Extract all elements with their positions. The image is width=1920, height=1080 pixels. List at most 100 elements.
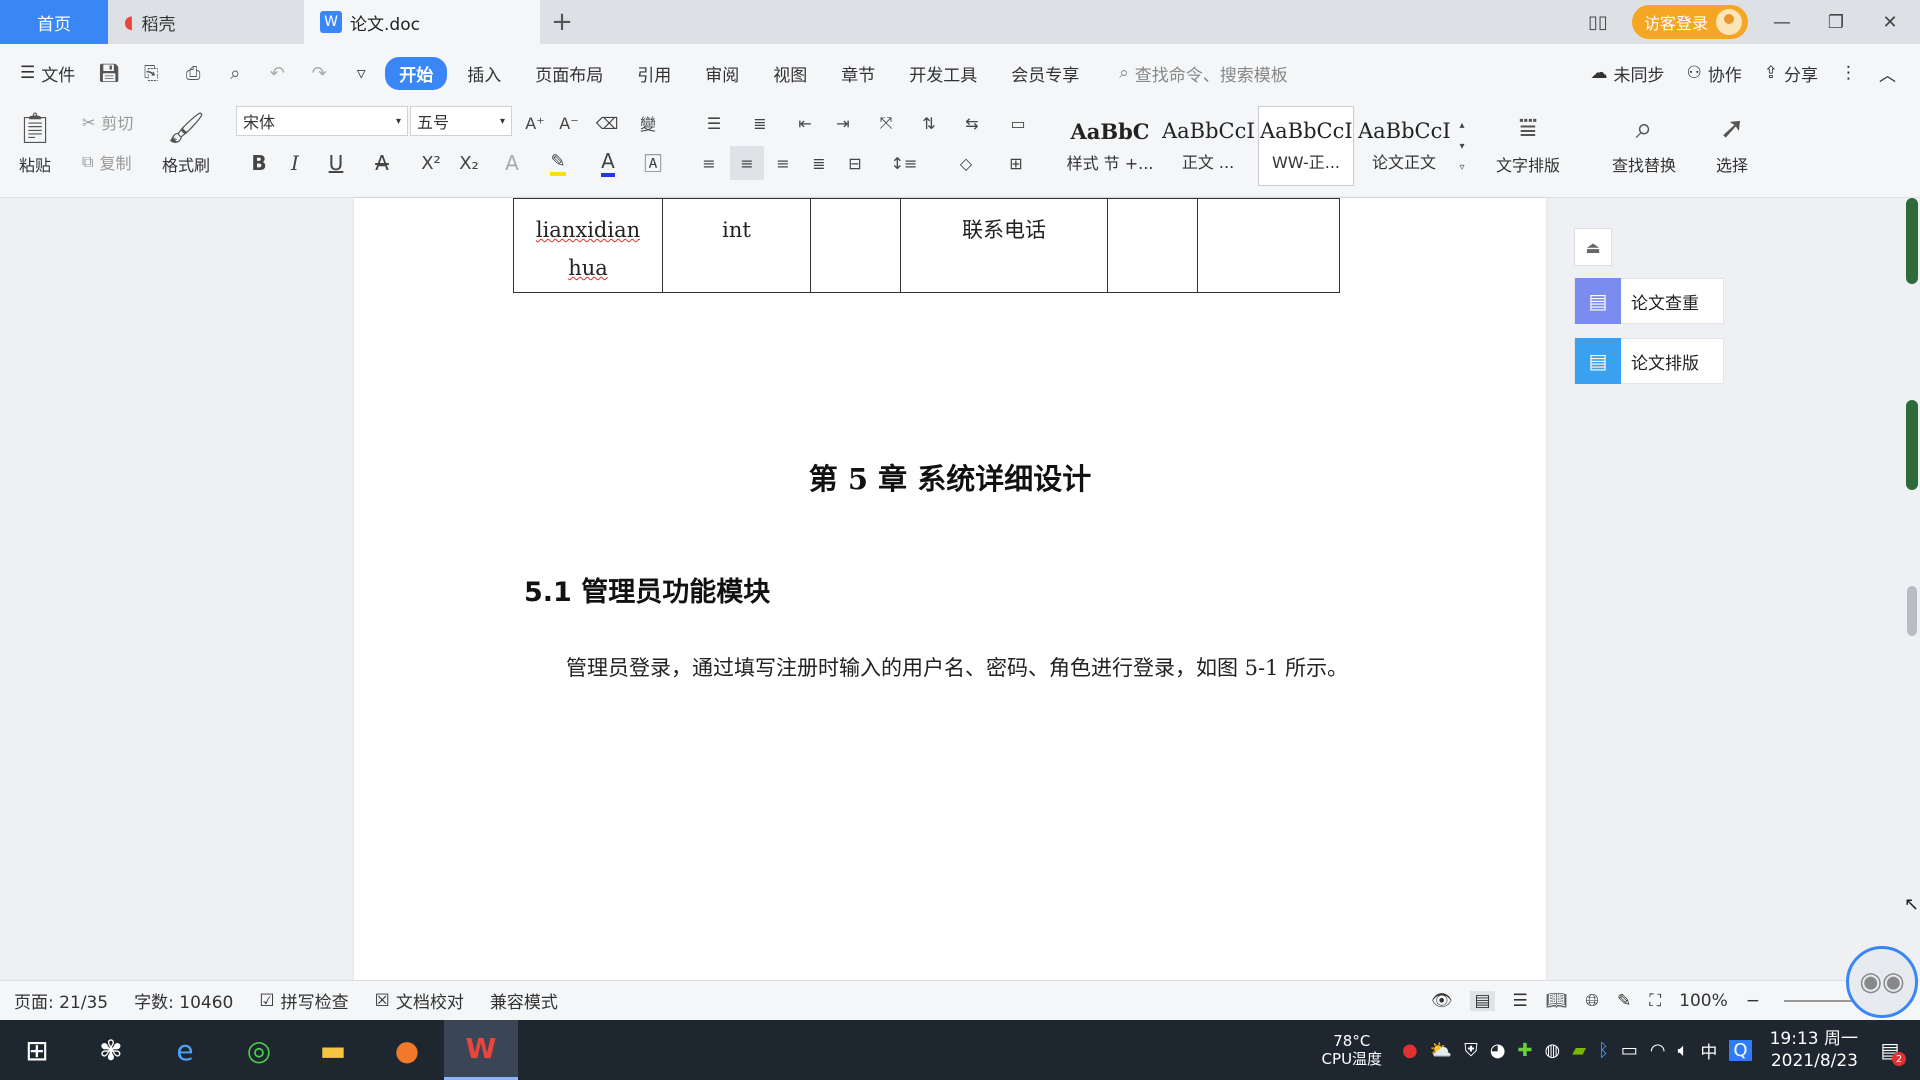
notification-icon[interactable]: ▤ 2 <box>1870 1030 1910 1070</box>
scroll-thumb[interactable] <box>1907 586 1917 636</box>
undo-icon[interactable]: ↶ <box>259 55 295 91</box>
style-item[interactable]: AaBbCcDd 正文 ... <box>1160 106 1256 186</box>
line-spacing-icon[interactable]: ↕≡ <box>884 146 924 180</box>
file-explorer-icon[interactable]: ▬ <box>296 1020 370 1080</box>
nvidia-icon[interactable]: ▰ <box>1572 1040 1586 1061</box>
thesis-check-button[interactable]: ▤ 论文查重 <box>1574 278 1724 324</box>
page-indicator[interactable]: 页面: 21/35 <box>14 988 108 1013</box>
font-size-select[interactable]: 五号 ▾ <box>410 106 512 136</box>
format-painter-button[interactable]: 🖌︎ 格式刷 <box>162 108 210 176</box>
bluetooth-icon[interactable]: ᛒ <box>1598 1040 1609 1061</box>
table-cell[interactable] <box>1197 198 1340 293</box>
assistant-robot-icon[interactable]: ◉◉ <box>1846 946 1918 1018</box>
tray-qq-icon[interactable]: ◕ <box>1490 1040 1506 1061</box>
volume-icon[interactable]: 🔈︎ <box>1678 1040 1689 1061</box>
print-preview-icon[interactable]: ⌕ <box>217 55 253 91</box>
zoom-level[interactable]: 100% <box>1679 991 1728 1011</box>
borders-icon[interactable]: ⊞ <box>996 146 1036 180</box>
ruler-icon[interactable]: ▭ <box>1000 108 1036 138</box>
redo-icon[interactable]: ↷ <box>301 55 337 91</box>
cut-button[interactable]: ✂ 剪切 <box>82 110 133 134</box>
reading-mode-icon[interactable]: ▯▯ <box>1578 0 1618 44</box>
phonetic-guide-icon[interactable]: 變 <box>628 108 668 138</box>
shading-icon[interactable]: ◇ <box>946 146 986 180</box>
font-name-select[interactable]: 宋体 ▾ <box>236 106 408 136</box>
sort-icon[interactable]: ⇅ <box>914 108 944 138</box>
italic-icon[interactable]: I <box>280 146 310 180</box>
find-replace-button[interactable]: ⌕ 查找替换 <box>1612 108 1676 176</box>
justify-icon[interactable]: ≣ <box>804 146 834 180</box>
thesis-layout-button[interactable]: ▤ 论文排版 <box>1574 338 1724 384</box>
tab-view[interactable]: 视图 <box>759 57 821 90</box>
tray-browser-icon[interactable]: ◍ <box>1545 1040 1561 1061</box>
chapter-heading[interactable]: 第 5 章 系统详细设计 <box>354 456 1546 498</box>
style-item-selected[interactable]: AaBbCcI WW-正... <box>1258 106 1354 186</box>
superscript-icon[interactable]: X² <box>414 146 448 180</box>
sync-button[interactable]: ☁ 未同步 <box>1591 61 1665 86</box>
underline-icon[interactable]: U <box>316 146 356 180</box>
page-view-icon[interactable]: ▤ <box>1470 990 1495 1011</box>
style-item[interactable]: AaBbCcI 论文正文 <box>1356 106 1452 186</box>
tab-home[interactable]: 首页 <box>0 0 108 44</box>
paste-button[interactable]: 📋︎ 粘贴 <box>16 108 54 176</box>
highlight-icon[interactable]: ✎ <box>538 146 578 180</box>
web-view-icon[interactable]: 🌐︎ <box>1585 991 1599 1011</box>
document-page[interactable]: lianxidian hua int 联系电话 第 5 章 系统详细设计 5.1… <box>354 198 1546 980</box>
file-menu[interactable]: ☰ 文件 <box>20 61 75 86</box>
reading-view-icon[interactable]: 📖︎ <box>1546 991 1568 1011</box>
style-item[interactable]: AaBbC 样式 节 +... <box>1062 106 1158 186</box>
clock[interactable]: 19:13 周一 2021/8/23 <box>1770 1028 1858 1072</box>
tab-chapter[interactable]: 章节 <box>827 57 889 90</box>
tray-q-icon[interactable]: Q <box>1729 1039 1752 1061</box>
ime-indicator[interactable]: 中 <box>1700 1038 1717 1063</box>
vertical-scrollbar[interactable] <box>1904 198 1920 980</box>
copy-button[interactable]: ⧉ 复制 <box>82 150 131 174</box>
minimize-icon[interactable]: — <box>1762 0 1802 44</box>
tab-page-layout[interactable]: 页面布局 <box>521 57 617 90</box>
tab-review[interactable]: 审阅 <box>691 57 753 90</box>
table-cell[interactable] <box>810 198 901 293</box>
write-view-icon[interactable]: ✎ <box>1617 991 1631 1011</box>
text-effect-icon[interactable]: A <box>492 146 532 180</box>
tray-plus-icon[interactable]: ✚ <box>1517 1040 1532 1061</box>
cpu-temp[interactable]: 78°C CPU温度 <box>1322 1032 1383 1068</box>
outline-view-icon[interactable]: ☰ <box>1513 991 1528 1011</box>
word-count[interactable]: 字数: 10460 <box>134 988 233 1013</box>
select-button[interactable]: ➚ 选择 <box>1716 108 1748 176</box>
wifi-icon[interactable]: ◠ <box>1650 1040 1666 1061</box>
table-cell[interactable] <box>1107 198 1198 293</box>
align-left-icon[interactable]: ≡ <box>694 146 724 180</box>
battery-icon[interactable]: ▭ <box>1621 1040 1638 1061</box>
close-icon[interactable]: ✕ <box>1870 0 1910 44</box>
pinwheel-app-icon[interactable]: ✾ <box>74 1020 148 1080</box>
section-heading[interactable]: 5.1 管理员功能模块 <box>524 570 770 609</box>
clear-format-icon[interactable]: ⌫ <box>592 108 622 138</box>
ie-browser-icon[interactable]: e <box>148 1020 222 1080</box>
table-cell[interactable]: int <box>662 198 811 293</box>
style-scroll-icon[interactable]: ▴ ▾ ▿ <box>1454 108 1470 184</box>
bullets-icon[interactable]: ☰ <box>694 108 734 138</box>
restore-icon[interactable]: ❐ <box>1816 0 1856 44</box>
table-cell[interactable]: lianxidian hua <box>513 198 663 293</box>
proofread-button[interactable]: ☒ 文档校对 <box>375 988 464 1014</box>
print-icon[interactable]: ⎙ <box>175 55 211 91</box>
share-button[interactable]: ⇪ 分享 <box>1764 61 1818 86</box>
tab-references[interactable]: 引用 <box>623 57 685 90</box>
body-paragraph[interactable]: 管理员登录，通过填写注册时输入的用户名、密码、角色进行登录，如图 5-1 所示。 <box>524 648 1374 688</box>
new-tab-button[interactable]: + <box>540 0 584 44</box>
strikethrough-icon[interactable]: A <box>362 146 402 180</box>
decrease-indent-icon[interactable]: ⇤ <box>790 108 820 138</box>
subscript-icon[interactable]: X₂ <box>452 146 486 180</box>
char-border-icon[interactable]: 🄰 <box>638 146 668 180</box>
tab-member[interactable]: 会员专享 <box>997 57 1093 90</box>
bold-icon[interactable]: B <box>244 146 274 180</box>
convert-icon[interactable]: ⎘ <box>133 55 169 91</box>
collapse-ribbon-icon[interactable]: ︿ <box>1879 61 1896 86</box>
align-center-icon[interactable]: ≡ <box>730 146 764 180</box>
increase-indent-icon[interactable]: ⇥ <box>828 108 858 138</box>
shrink-font-icon[interactable]: A⁻ <box>554 108 584 138</box>
spell-check-button[interactable]: ☑ 拼写检查 <box>259 988 348 1014</box>
tab-developer[interactable]: 开发工具 <box>895 57 991 90</box>
game-app-icon[interactable]: ● <box>370 1020 444 1080</box>
tab-daoke[interactable]: ◖ 稻壳 <box>108 0 304 44</box>
